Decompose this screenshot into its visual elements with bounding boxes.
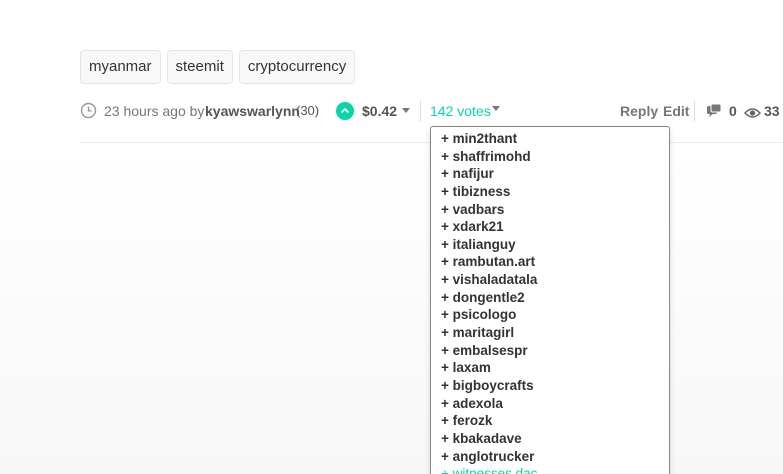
- post-time: 23 hours ago by: [104, 103, 205, 119]
- payout-value[interactable]: $0.42: [362, 100, 397, 122]
- voter-item[interactable]: + witnesses.dac: [431, 465, 669, 474]
- voter-item[interactable]: + kbakadave: [431, 430, 669, 448]
- tag-cryptocurrency[interactable]: cryptocurrency: [238, 50, 356, 84]
- voter-item[interactable]: + psicologo: [431, 306, 669, 324]
- voter-item[interactable]: + shaffrimohd: [431, 148, 669, 166]
- divider: [694, 100, 695, 122]
- upvote-icon[interactable]: [336, 102, 354, 120]
- view-count: 33: [764, 103, 780, 119]
- reply-link[interactable]: Reply: [620, 100, 658, 122]
- voter-item[interactable]: + maritagirl: [431, 324, 669, 342]
- voter-item[interactable]: + ferozk: [431, 412, 669, 430]
- clock-icon: [80, 102, 97, 119]
- voter-item[interactable]: + nafijur: [431, 165, 669, 183]
- comment-count: 0: [729, 103, 737, 119]
- payout-caret-icon[interactable]: [402, 108, 410, 113]
- voter-item[interactable]: + adexola: [431, 395, 669, 413]
- voter-item[interactable]: + rambutan.art: [431, 253, 669, 271]
- voter-item[interactable]: + dongentle2: [431, 289, 669, 307]
- voter-item[interactable]: + xdark21: [431, 218, 669, 236]
- voter-item[interactable]: + tibizness: [431, 183, 669, 201]
- voter-item[interactable]: + italianguy: [431, 236, 669, 254]
- tag-list: myanmar steemit cryptocurrency: [80, 50, 356, 84]
- voter-item[interactable]: + bigboycrafts: [431, 377, 669, 395]
- divider: [420, 100, 421, 122]
- comment-icon[interactable]: [706, 103, 722, 119]
- voter-item[interactable]: + vishaladatala: [431, 271, 669, 289]
- tag-myanmar[interactable]: myanmar: [80, 50, 161, 84]
- voter-item[interactable]: + laxam: [431, 359, 669, 377]
- voter-item[interactable]: + embalsespr: [431, 342, 669, 360]
- votes-caret-icon[interactable]: [492, 106, 500, 111]
- voter-item[interactable]: + vadbars: [431, 201, 669, 219]
- eye-icon: [744, 104, 761, 118]
- edit-link[interactable]: Edit: [663, 100, 689, 122]
- voter-item[interactable]: + min2thant: [431, 130, 669, 148]
- tag-steemit[interactable]: steemit: [166, 50, 233, 84]
- author-reputation: (30): [296, 103, 320, 118]
- post-meta-bar: 23 hours ago by kyawswarlynn (30) $0.42 …: [80, 100, 783, 122]
- votes-dropdown: + min2thant + shaffrimohd + nafijur + ti…: [430, 126, 670, 474]
- voter-item[interactable]: + anglotrucker: [431, 448, 669, 466]
- votes-toggle[interactable]: 142 votes: [430, 100, 491, 122]
- author-link[interactable]: kyawswarlynn: [205, 100, 300, 122]
